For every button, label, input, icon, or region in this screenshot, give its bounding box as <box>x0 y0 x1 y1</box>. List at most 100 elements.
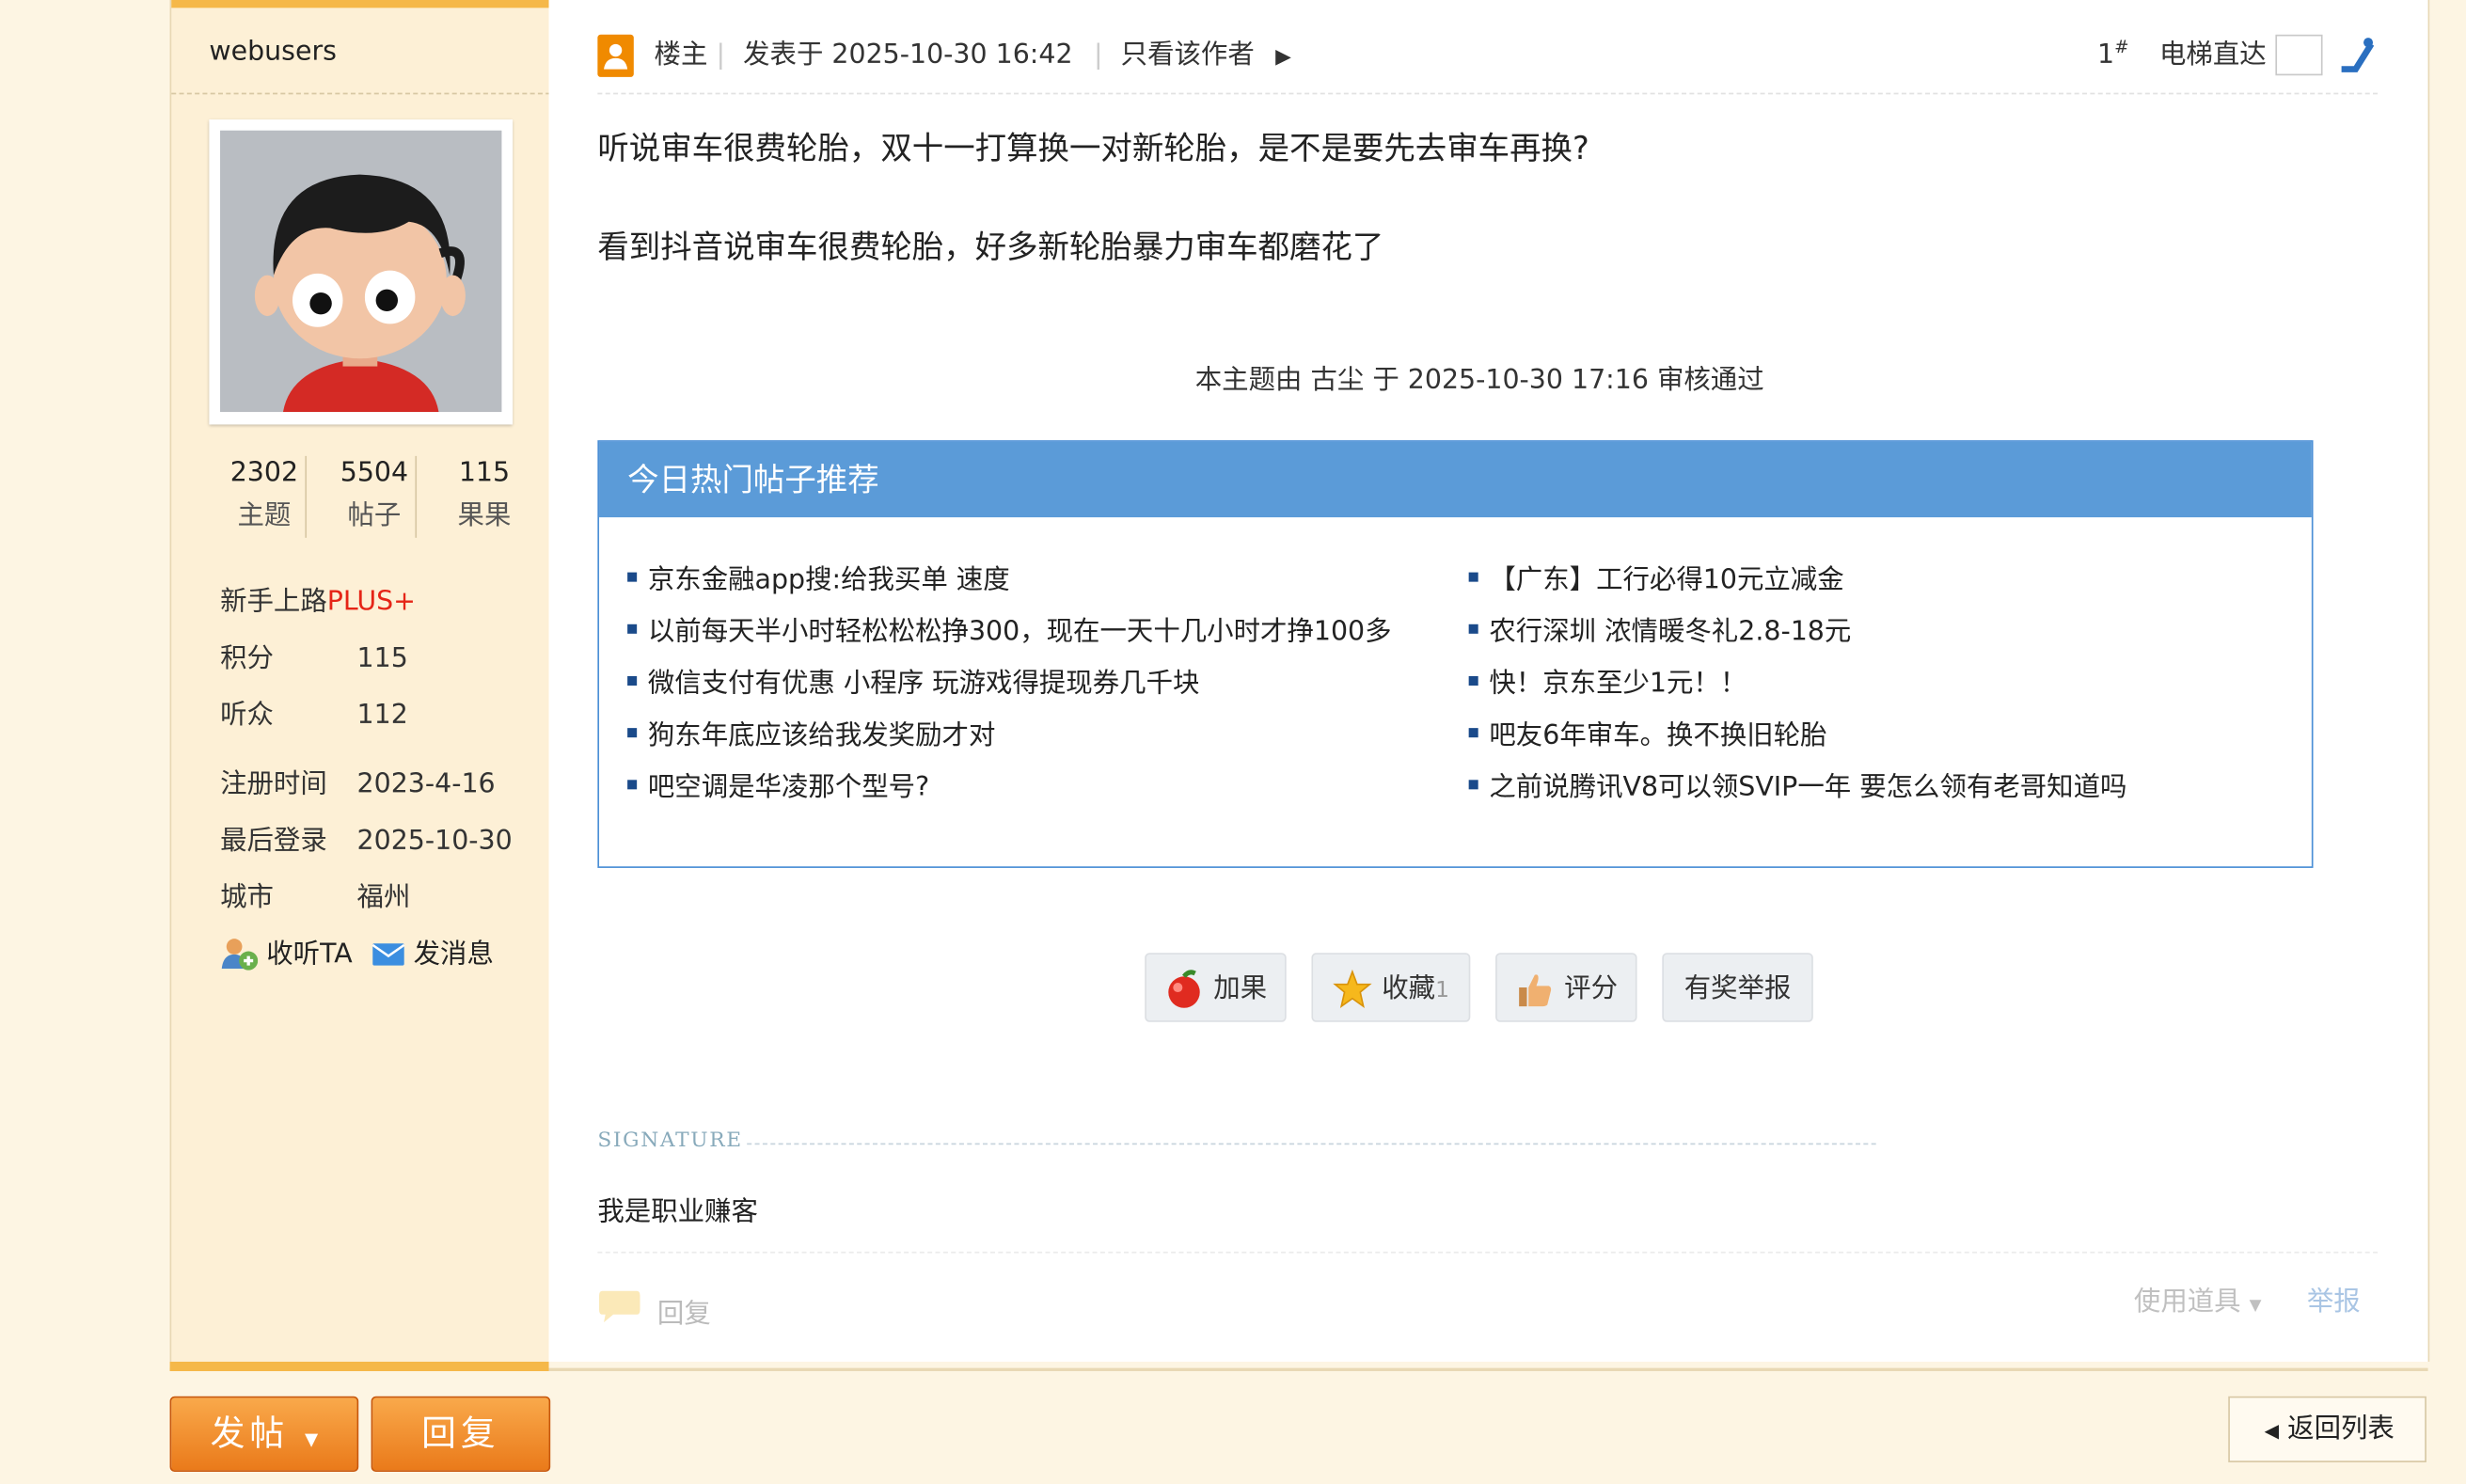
stat-number: 2302 <box>229 457 299 489</box>
author-sidebar: webusers 2302 主题 5504 帖子 115 果果 新手上路PLUS… <box>169 0 552 1362</box>
sidebar-top-accent <box>171 0 551 8</box>
floor-number[interactable]: 1 <box>2097 39 2114 71</box>
hot-topics-title: 今日热门帖子推荐 <box>599 441 2312 518</box>
info-key: 积分 <box>220 642 274 675</box>
info-value: 2023-4-16 <box>356 768 496 801</box>
post-time: 发表于 2025-10-30 16:42 <box>743 39 1073 71</box>
stat-number: 5504 <box>340 457 409 489</box>
favorite-button[interactable]: 收藏1 <box>1311 953 1471 1022</box>
signature-text: 我是职业赚客 <box>597 1196 758 1228</box>
elevator-label: 电梯直达 <box>2158 39 2267 71</box>
favorite-count: 1 <box>1435 977 1450 1003</box>
divider <box>171 92 551 95</box>
signature-divider <box>747 1143 1876 1145</box>
favorite-label: 收藏 <box>1382 972 1436 1005</box>
stat-label: 主题 <box>237 499 292 532</box>
stat-number: 115 <box>458 457 511 489</box>
post-text-line: 看到抖音说审车很费轮胎，好多新轮胎暴力审车都磨花了 <box>597 228 1384 266</box>
author-username[interactable]: webusers <box>209 36 337 67</box>
triangle-right-icon: ▶ <box>1275 45 1291 70</box>
audit-notice: 本主题由 古尘 于 2025-10-30 17:16 审核通过 <box>1194 364 1764 397</box>
info-row-city: 城市 福州 <box>220 875 411 914</box>
triangle-left-icon: ◀ <box>2264 1419 2280 1443</box>
hot-topic-link[interactable]: 京东金融app搜:给我买单 速度 <box>627 557 1010 595</box>
divider <box>305 455 308 538</box>
signature-label: SIGNATURE <box>597 1129 743 1153</box>
info-key: 注册时间 <box>220 768 327 801</box>
author-stats: 2302 主题 5504 帖子 115 果果 <box>209 453 539 538</box>
follow-button[interactable]: 收听TA <box>220 939 361 971</box>
meta-divider: | <box>1093 39 1103 71</box>
hot-topic-link[interactable]: 微信支付有优惠 小程序 玩游戏得提现券几千块 <box>627 660 1200 700</box>
avatar-cartoon-icon <box>220 130 502 413</box>
elevator-input[interactable] <box>2274 34 2322 76</box>
chevron-down-icon: ▼ <box>304 1429 319 1450</box>
thumbs-up-icon <box>1519 974 1552 1007</box>
stat-label: 果果 <box>457 499 512 532</box>
stat-fruits[interactable]: 115 果果 <box>429 453 539 538</box>
apple-icon <box>1168 970 1201 1008</box>
info-row-listeners: 听众 112 <box>220 692 408 732</box>
stat-topics[interactable]: 2302 主题 <box>209 453 319 538</box>
new-post-button[interactable]: 发帖 ▼ <box>169 1396 359 1472</box>
message-button[interactable]: 发消息 <box>371 939 494 971</box>
author-actions: 收听TA 发消息 <box>220 931 494 971</box>
reply-label: 回复 <box>421 1414 500 1455</box>
stat-posts[interactable]: 5504 帖子 <box>319 453 429 538</box>
info-key: 城市 <box>220 881 274 914</box>
level-name[interactable]: 新手上路 <box>220 587 327 618</box>
hot-topic-link[interactable]: 以前每天半小时轻松松松挣300，现在一天十几小时才挣100多 <box>627 608 1392 647</box>
star-icon <box>1333 969 1373 1009</box>
reply-link[interactable]: 回复 <box>657 1291 711 1330</box>
reply-bubble-icon <box>599 1290 640 1323</box>
hot-topic-link[interactable]: 吧空调是华凌那个型号? <box>627 765 929 803</box>
reply-button[interactable]: 回复 <box>371 1396 551 1472</box>
new-post-label: 发帖 <box>210 1414 290 1455</box>
hot-topic-link[interactable]: 之前说腾讯V8可以领SVIP一年 要怎么领有老哥知道吗 <box>1469 765 2126 803</box>
bottom-accent <box>169 1361 549 1371</box>
info-row-registered: 注册时间 2023-4-16 <box>220 761 496 800</box>
post-text-line: 听说审车很费轮胎，双十一打算换一对新轮胎，是不是要先去审车再换? <box>597 129 1589 167</box>
chevron-down-icon: ▼ <box>2249 1297 2262 1315</box>
avatar[interactable] <box>209 119 514 425</box>
info-value: 2025-10-30 <box>356 825 513 858</box>
hot-topic-link[interactable]: 吧友6年审车。换不换旧轮胎 <box>1469 712 1826 751</box>
hot-topic-link[interactable]: 狗东年底应该给我发奖励才对 <box>627 712 996 751</box>
floor-controls: 1# 电梯直达 <box>2097 31 2378 76</box>
stat-label: 帖子 <box>347 499 402 532</box>
info-key: 听众 <box>220 700 274 732</box>
elevator-go-icon[interactable] <box>2337 35 2378 75</box>
message-label: 发消息 <box>413 939 494 971</box>
divider <box>597 92 2379 95</box>
info-value: 福州 <box>356 881 411 914</box>
info-value: 115 <box>356 642 408 675</box>
rate-label: 评分 <box>1564 972 1618 1005</box>
tools-label: 使用道具 <box>2133 1286 2241 1318</box>
back-to-list-label: 返回列表 <box>2287 1413 2395 1445</box>
report-link[interactable]: 举报 <box>2307 1278 2361 1318</box>
add-fruit-button[interactable]: 加果 <box>1145 953 1287 1022</box>
info-row-points: 积分 115 <box>220 635 408 674</box>
floor-mark: # <box>2114 37 2129 57</box>
add-fruit-label: 加果 <box>1213 972 1268 1005</box>
hot-topic-link[interactable]: 农行深圳 浓情暖冬礼2.8-18元 <box>1469 608 1851 647</box>
hot-topic-link[interactable]: 【广东】工行必得10元立减金 <box>1469 557 1843 595</box>
info-key: 最后登录 <box>220 825 327 858</box>
author-level: 新手上路PLUS+ <box>220 578 416 618</box>
report-reward-button[interactable]: 有奖举报 <box>1662 953 1813 1022</box>
hot-topic-link[interactable]: 快！京东至少1元！！ <box>1469 660 1747 700</box>
report-reward-label: 有奖举报 <box>1684 972 1792 1005</box>
back-to-list-button[interactable]: ◀ 返回列表 <box>2228 1396 2426 1462</box>
follow-user-icon <box>221 939 259 971</box>
louzhu-icon <box>597 34 634 77</box>
louzhu-label: 楼主 <box>654 39 708 71</box>
mail-icon <box>371 943 404 966</box>
info-row-last-login: 最后登录 2025-10-30 <box>220 817 513 857</box>
divider <box>597 1251 2379 1254</box>
meta-divider: | <box>716 39 726 71</box>
rate-button[interactable]: 评分 <box>1495 953 1637 1022</box>
divider <box>415 455 418 538</box>
user-badge-icon <box>604 43 628 70</box>
only-author-link[interactable]: 只看该作者 <box>1121 39 1255 71</box>
use-tools-menu[interactable]: 使用道具 ▼ <box>2134 1278 2262 1318</box>
